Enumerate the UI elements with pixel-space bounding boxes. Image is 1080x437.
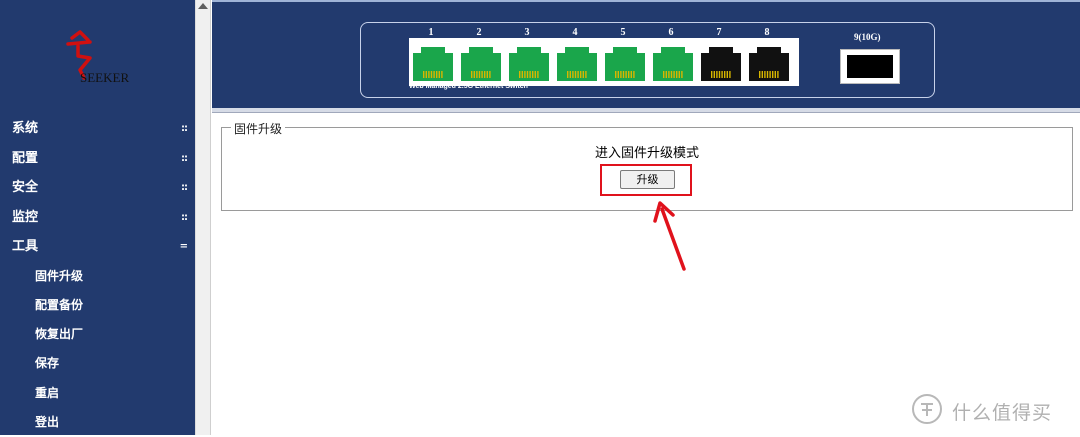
sidebar-item-label: 监控 bbox=[12, 209, 39, 225]
switch-port[interactable] bbox=[459, 41, 503, 81]
sidebar-subitem-reboot[interactable]: 重启 bbox=[0, 379, 195, 408]
sfp-port[interactable] bbox=[840, 49, 900, 84]
upgrade-mode-heading: 进入固件升级模式 bbox=[594, 146, 699, 161]
sidebar-item-system[interactable]: 系统 :: bbox=[0, 114, 195, 144]
seeker-logo: SEEKER bbox=[58, 30, 148, 92]
watermark: 什么值得买 bbox=[910, 392, 1075, 428]
switch-port-number: 4 bbox=[572, 27, 578, 38]
sfp-port-slot bbox=[847, 55, 893, 78]
sidebar-subitem-save[interactable]: 保存 bbox=[0, 349, 195, 378]
switch-port-number: 3 bbox=[524, 27, 530, 38]
switch-port-number: 6 bbox=[668, 27, 674, 38]
switch-port[interactable] bbox=[747, 41, 791, 81]
collapse-icon: = bbox=[179, 241, 188, 252]
red-arrow-icon bbox=[653, 201, 686, 271]
switch-port[interactable] bbox=[699, 41, 743, 81]
expand-icon: :: bbox=[181, 182, 188, 193]
scroll-up-arrow-icon[interactable] bbox=[198, 3, 208, 9]
fieldset-legend: 固件升级 bbox=[231, 120, 286, 137]
watermark-text: 什么值得买 bbox=[952, 402, 1053, 424]
logo-text: SEEKER bbox=[80, 70, 130, 85]
expand-icon: :: bbox=[181, 123, 188, 134]
sidebar-menu: 系统 :: 配置 :: 安全 :: 监控 :: 工具 = 固件升级 配置备份 恢… bbox=[0, 114, 195, 437]
switch-port-number: 1 bbox=[428, 27, 434, 38]
ports-box bbox=[409, 38, 799, 86]
sidebar-item-security[interactable]: 安全 :: bbox=[0, 173, 195, 203]
sidebar-item-label: 安全 bbox=[12, 180, 39, 195]
switch-port[interactable] bbox=[603, 41, 647, 81]
sidebar-subitem-logout[interactable]: 登出 bbox=[0, 408, 195, 437]
sidebar-item-config[interactable]: 配置 :: bbox=[0, 144, 195, 174]
switch-port-number: 7 bbox=[716, 27, 722, 38]
switch-port-number: 8 bbox=[764, 27, 770, 38]
sfp-port-label: 9(10G) bbox=[854, 32, 881, 42]
switch-port[interactable] bbox=[411, 41, 455, 81]
sidebar-item-label: 配置 bbox=[12, 150, 39, 166]
banner-divider bbox=[212, 108, 1080, 113]
sidebar-item-monitor[interactable]: 监控 :: bbox=[0, 203, 195, 233]
upgrade-button[interactable]: 升级 bbox=[620, 170, 675, 189]
sidebar-item-tools[interactable]: 工具 = bbox=[0, 232, 195, 262]
expand-icon: :: bbox=[181, 211, 188, 223]
switch-model-label: Web Managed 2.5G Ethernet Switch bbox=[409, 83, 528, 90]
sidebar-subitem-firmware-upgrade[interactable]: 固件升级 bbox=[0, 262, 195, 291]
switch-port-number: 5 bbox=[620, 27, 626, 38]
watermark-logo-icon bbox=[912, 394, 942, 424]
sidebar-subitem-factory-reset[interactable]: 恢复出厂 bbox=[0, 320, 195, 349]
switch-port[interactable] bbox=[651, 41, 695, 81]
expand-icon: :: bbox=[181, 152, 188, 164]
switch-panel: Web Managed 2.5G Ethernet Switch 9(10G) … bbox=[360, 22, 935, 98]
switch-port-number: 2 bbox=[476, 27, 482, 38]
top-banner: Web Managed 2.5G Ethernet Switch 9(10G) … bbox=[212, 0, 1080, 108]
sidebar-item-label: 工具 bbox=[12, 239, 39, 254]
sidebar: SEEKER 系统 :: 配置 :: 安全 :: 监控 :: 工具 = 固件升级… bbox=[0, 0, 195, 435]
switch-port[interactable] bbox=[555, 41, 599, 81]
sidebar-item-label: 系统 bbox=[12, 121, 39, 136]
sidebar-subitem-config-backup[interactable]: 配置备份 bbox=[0, 291, 195, 320]
switch-port[interactable] bbox=[507, 41, 551, 81]
frame-scrollbar[interactable] bbox=[195, 0, 211, 435]
